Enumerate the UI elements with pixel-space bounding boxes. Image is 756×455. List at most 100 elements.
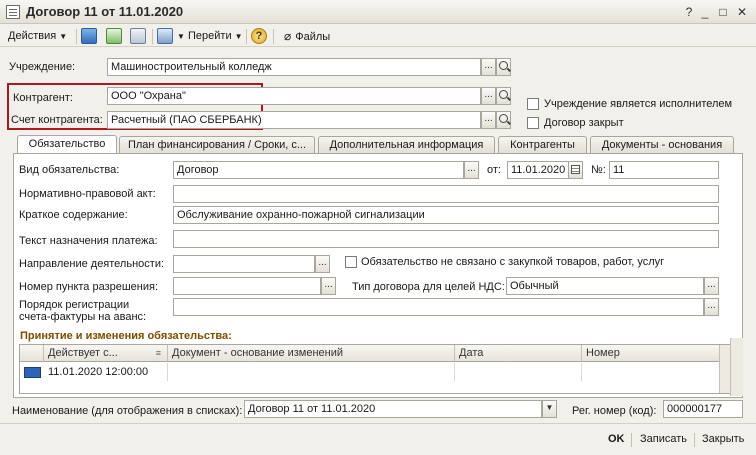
invoice-field[interactable]	[173, 298, 704, 316]
counterparty-field[interactable]: ООО "Охрана"	[107, 87, 481, 105]
files-button[interactable]: ⌀ Файлы	[284, 28, 330, 45]
close-button[interactable]: Закрыть	[702, 433, 744, 445]
paperclip-icon: ⌀	[284, 29, 292, 43]
contract-closed-checkbox[interactable]	[527, 117, 539, 129]
copy-icon[interactable]	[130, 28, 146, 44]
tab-financing-plan[interactable]: План финансирования / Сроки, с...	[119, 136, 315, 153]
type-label: Вид обязательства:	[19, 164, 120, 176]
ok-button[interactable]: OK	[608, 433, 625, 445]
search-icon	[499, 90, 508, 99]
table-cell-date[interactable]	[455, 363, 582, 381]
window-titlebar: Договор 11 от 11.01.2020 ? _ □ ✕	[0, 0, 756, 24]
number-label: №:	[591, 164, 606, 176]
help-icon[interactable]: ?	[251, 28, 267, 44]
tab-counterparties[interactable]: Контрагенты	[498, 136, 587, 153]
search-icon	[499, 61, 508, 70]
counterparty-select-button[interactable]: ...	[481, 87, 496, 105]
payment-text-label: Текст назначения платежа:	[19, 235, 158, 247]
direction-label: Направление деятельности:	[19, 258, 165, 270]
table-header-number[interactable]: Номер	[582, 345, 720, 362]
invoice-select-button[interactable]: ...	[704, 298, 719, 316]
name-field[interactable]: Договор 11 от 11.01.2020	[244, 400, 542, 418]
footer-divider	[631, 433, 632, 447]
window-title: Договор 11 от 11.01.2020	[26, 4, 184, 19]
institution-search-button[interactable]	[496, 58, 511, 76]
account-label: Счет контрагента:	[11, 114, 103, 126]
calendar-icon	[571, 165, 580, 174]
not-procurement-checkbox[interactable]	[345, 256, 357, 268]
vat-select-button[interactable]: ...	[704, 277, 719, 295]
account-search-button[interactable]	[496, 111, 511, 129]
invoice-label-line1: Порядок регистрации	[19, 299, 130, 311]
normative-label: Нормативно-правовой акт:	[19, 188, 156, 200]
not-procurement-label: Обязательство не связано с закупкой това…	[361, 256, 665, 268]
institution-select-button[interactable]: ...	[481, 58, 496, 76]
search-icon	[499, 114, 508, 123]
tab-obligation[interactable]: Обязательство	[17, 135, 117, 154]
chevron-down-icon: ▼	[234, 32, 243, 41]
payment-text-field[interactable]	[173, 230, 719, 248]
counterparty-label: Контрагент:	[13, 92, 73, 104]
maximize-button[interactable]: □	[714, 4, 732, 20]
refresh-icon[interactable]	[106, 28, 122, 44]
is-executor-checkbox[interactable]	[527, 98, 539, 110]
post-document-icon[interactable]	[81, 28, 97, 44]
permit-field[interactable]	[173, 277, 321, 295]
date-label: от:	[487, 164, 501, 176]
chevron-down-icon: ▼	[177, 32, 185, 41]
contract-closed-label: Договор закрыт	[544, 117, 624, 129]
panel-scrollbar[interactable]	[730, 338, 743, 396]
name-dropdown-button[interactable]: ▼	[542, 400, 557, 418]
vat-field[interactable]: Обычный	[506, 277, 704, 295]
reg-label: Рег. номер (код):	[572, 405, 657, 417]
changes-section-title: Принятие и изменения обязательства:	[20, 330, 232, 342]
reg-field[interactable]: 000000177	[663, 400, 743, 418]
institution-label: Учреждение:	[9, 61, 76, 73]
chevron-down-icon: ▼	[59, 32, 68, 41]
table-cell-number[interactable]	[582, 363, 720, 381]
tab-additional-info[interactable]: Дополнительная информация	[318, 136, 495, 153]
invoice-label-line2: счета-фактуры на аванс:	[19, 311, 147, 323]
save-button[interactable]: Записать	[640, 433, 687, 445]
account-select-button[interactable]: ...	[481, 111, 496, 129]
toolbar-divider	[273, 29, 274, 44]
footer-divider	[694, 433, 695, 447]
structure-icon[interactable]	[157, 28, 173, 44]
goto-menu[interactable]: Перейти ▼	[188, 28, 243, 45]
document-icon	[6, 5, 20, 19]
direction-select-button[interactable]: ...	[315, 255, 330, 273]
type-select-button[interactable]: ...	[464, 161, 479, 179]
account-field[interactable]: Расчетный (ПАО СБЕРБАНК)	[107, 111, 481, 129]
table-header-date[interactable]: Дата	[455, 345, 582, 362]
changes-table: Действует с... ≡ Документ - основание изм…	[19, 344, 733, 394]
normative-field[interactable]	[173, 185, 719, 203]
calendar-button[interactable]	[568, 161, 583, 179]
permit-select-button[interactable]: ...	[321, 277, 336, 295]
counterparty-search-button[interactable]	[496, 87, 511, 105]
vat-label: Тип договора для целей НДС:	[352, 281, 505, 293]
sort-icon: ≡	[155, 348, 161, 358]
permit-label: Номер пункта разрешения:	[19, 281, 159, 293]
table-cell-valid-from[interactable]: 11.01.2020 12:00:00	[44, 363, 168, 381]
close-window-button[interactable]: ✕	[733, 4, 751, 20]
minimize-button[interactable]: _	[696, 4, 714, 20]
table-header-valid-from[interactable]: Действует с... ≡	[44, 345, 168, 362]
direction-field[interactable]	[173, 255, 315, 273]
structure-dropdown[interactable]: ▼	[174, 28, 185, 45]
institution-field[interactable]: Машиностроительный колледж	[107, 58, 481, 76]
is-executor-label: Учреждение является исполнителем	[544, 98, 733, 110]
tab-base-documents[interactable]: Документы - основания	[590, 136, 734, 153]
summary-field[interactable]: Обслуживание охранно-пожарной сигнализац…	[173, 206, 719, 224]
chevron-down-icon: ▼	[545, 403, 554, 412]
actions-menu[interactable]: Действия ▼	[8, 28, 67, 45]
toolbar-divider	[152, 29, 153, 44]
table-cell-document[interactable]	[168, 363, 455, 381]
date-field[interactable]: 11.01.2020	[507, 161, 569, 179]
toolbar-divider	[76, 29, 77, 44]
toolbar: Действия ▼ ▼ Перейти ▼ ? ⌀ Файлы	[0, 25, 756, 47]
table-header-document[interactable]: Документ - основание изменений	[168, 345, 455, 362]
type-field[interactable]: Договор	[173, 161, 464, 179]
number-field[interactable]: 11	[609, 161, 719, 179]
name-label: Наименование (для отображения в списках)…	[12, 405, 243, 417]
toolbar-divider	[246, 29, 247, 44]
